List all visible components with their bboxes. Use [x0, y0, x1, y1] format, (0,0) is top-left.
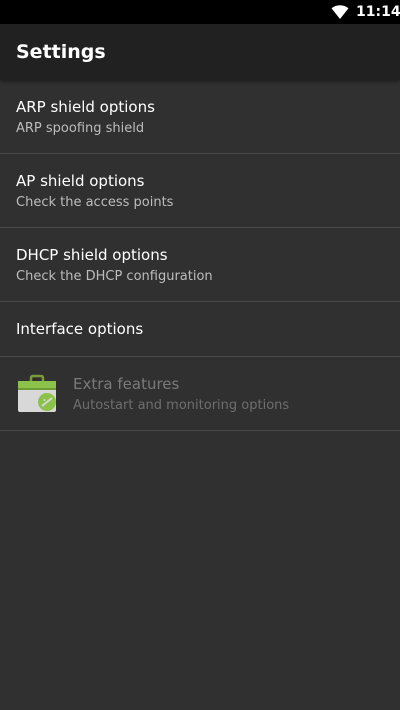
android-market-bag-icon [18, 374, 56, 412]
setting-title: DHCP shield options [16, 246, 168, 264]
wifi-icon [331, 5, 349, 19]
setting-title: AP shield options [16, 172, 145, 190]
status-time: 11:14 [356, 4, 400, 20]
app-bar: Settings [0, 24, 400, 80]
setting-title: ARP shield options [16, 98, 155, 116]
setting-title: Interface options [16, 320, 144, 338]
setting-ap-shield-options[interactable]: AP shield options Check the access point… [0, 154, 400, 228]
status-bar: 11:14 [0, 0, 400, 24]
setting-summary: Check the DHCP configuration [16, 269, 213, 284]
setting-title: Extra features [73, 375, 180, 393]
setting-interface-options[interactable]: Interface options [0, 302, 400, 357]
page-title: Settings [16, 41, 106, 63]
setting-summary: ARP spoofing shield [16, 121, 145, 136]
settings-screen: 11:14 Settings ARP shield options ARP sp… [0, 0, 400, 710]
setting-extra-features[interactable]: Extra features Autostart and monitoring … [0, 357, 400, 431]
settings-list: ARP shield options ARP spoofing shield A… [0, 80, 400, 431]
setting-arp-shield-options[interactable]: ARP shield options ARP spoofing shield [0, 80, 400, 154]
setting-dhcp-shield-options[interactable]: DHCP shield options Check the DHCP confi… [0, 228, 400, 302]
setting-summary: Check the access points [16, 195, 174, 210]
setting-summary: Autostart and monitoring options [73, 398, 290, 413]
